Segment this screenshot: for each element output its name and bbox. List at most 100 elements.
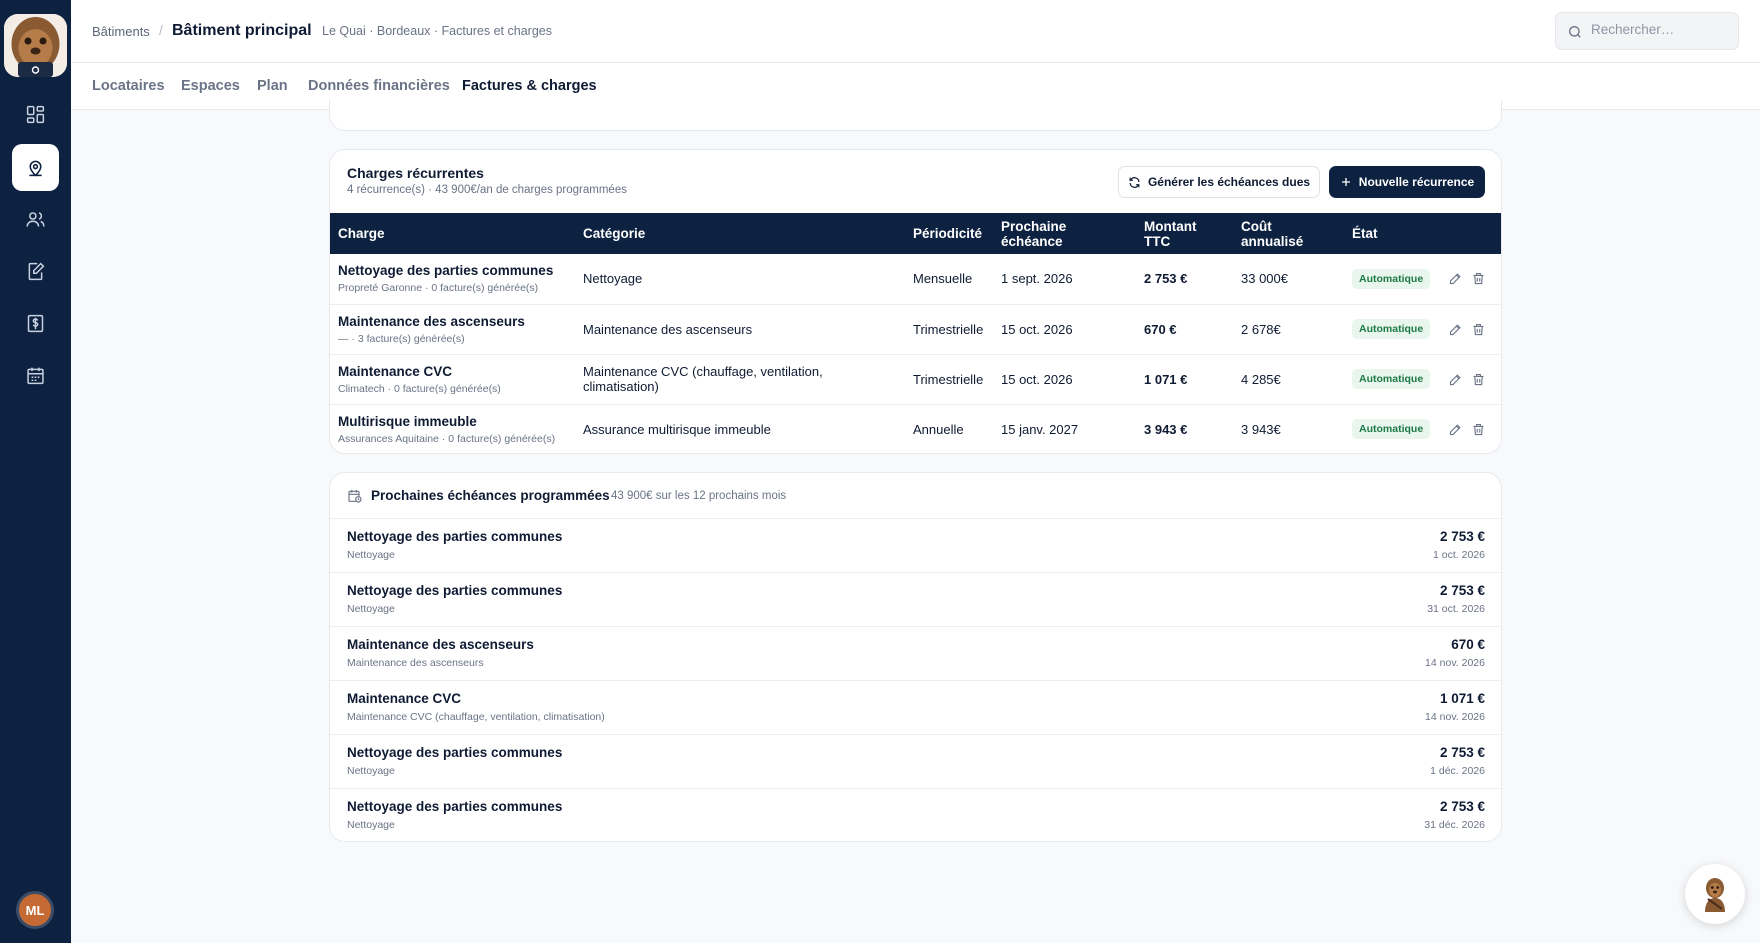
edit-icon[interactable] [1448, 422, 1463, 437]
column-header[interactable]: Prochaine échéance [993, 213, 1136, 254]
column-header[interactable]: État [1344, 213, 1440, 254]
column-header[interactable]: Charge [330, 213, 575, 254]
refresh-icon [1129, 176, 1140, 188]
generate-due-label: Générer les échéances dues [1147, 175, 1311, 189]
avatar[interactable]: ML [16, 891, 54, 929]
edit-icon[interactable] [1448, 271, 1463, 286]
charge-amount: 3 943 € [1144, 421, 1188, 437]
charge-next-due: 15 oct. 2026 [993, 354, 1136, 405]
recurring-charges-card: Charges récurrentes 4 récurrence(s) · 43… [329, 149, 1502, 454]
tab-locataires[interactable]: Locataires [92, 78, 165, 110]
new-recurrence-label: Nouvelle récurrence [1358, 175, 1475, 189]
calendar-icon [27, 367, 44, 385]
column-header[interactable]: Catégorie [575, 213, 905, 254]
column-header[interactable]: Périodicité [905, 213, 993, 254]
list-item[interactable]: Nettoyage des parties communes Nettoyage… [330, 519, 1501, 573]
upcoming-date: 1 déc. 2026 [1430, 765, 1485, 777]
chewbacca-assistant-icon [1705, 878, 1725, 912]
charge-amount: 1 071 € [1136, 354, 1233, 405]
list-item[interactable]: Maintenance des ascenseurs Maintenance d… [330, 627, 1501, 681]
charge-meta: — · 3 facture(s) générée(s) [338, 332, 465, 345]
sidebar-item-calendar[interactable] [12, 352, 59, 399]
charge-meta: Climatech · 0 facture(s) générée(s) [338, 382, 501, 395]
status-badge: Automatique [1352, 319, 1431, 339]
upcoming-amount: 670 € [1451, 637, 1485, 652]
sidebar-item-dashboard[interactable] [12, 91, 59, 138]
edit-icon[interactable] [1448, 322, 1463, 337]
charge-next-due: 15 janv. 2027 [1001, 421, 1079, 437]
upcoming-amount: 2 753 € [1439, 529, 1485, 544]
new-recurrence-button[interactable]: Nouvelle récurrence [1329, 166, 1485, 198]
assistant-button[interactable] [1685, 864, 1745, 924]
column-header[interactable]: Coût annualisé [1233, 213, 1344, 254]
status-badge: Automatique [1352, 369, 1431, 389]
sidebar-item-tenants[interactable] [12, 196, 59, 243]
charge-next-due: 15 oct. 2026 [993, 304, 1136, 355]
trash-icon[interactable] [1471, 422, 1486, 437]
sidebar-item-finance[interactable] [12, 300, 59, 347]
header: Bâtiments / Bâtiment principal Le Quai ·… [71, 0, 1760, 63]
search-input[interactable] [1591, 22, 1731, 37]
table-row[interactable]: Nettoyage des parties communes Propreté G… [330, 254, 1501, 305]
page-subtitle: Le Quai · Bordeaux · Factures et charges [322, 24, 552, 38]
page-title: Bâtiment principal [172, 22, 312, 39]
edit-icon[interactable] [1448, 372, 1463, 387]
charge-annual-cost: 4 285€ [1233, 354, 1344, 405]
upcoming-category: Maintenance CVC (chauffage, ventilation,… [347, 711, 605, 723]
table-header-row: Charge Catégorie Périodicité Prochaine é… [330, 213, 1501, 254]
upcoming-name: Nettoyage des parties communes [347, 745, 563, 760]
upcoming-category: Maintenance des ascenseurs [347, 657, 484, 669]
charge-period: Annuelle [913, 421, 964, 437]
table-row[interactable]: Maintenance CVC Climatech · 0 facture(s) … [330, 354, 1501, 405]
column-header-actions [1440, 213, 1501, 254]
list-item[interactable]: Maintenance CVC Maintenance CVC (chauffa… [330, 681, 1501, 735]
search-box[interactable] [1555, 12, 1739, 50]
trash-icon[interactable] [1471, 322, 1486, 337]
upcoming-amount: 2 753 € [1439, 745, 1485, 760]
charge-next-due: 1 sept. 2026 [993, 254, 1136, 305]
upcoming-amount: 1 071 € [1439, 691, 1485, 706]
upcoming-category: Nettoyage [347, 549, 395, 561]
upcoming-date: 31 oct. 2026 [1427, 603, 1485, 615]
upcoming-dues-header: Prochaines échéances programmées 43 900€… [330, 473, 1501, 519]
list-item[interactable]: Nettoyage des parties communes Nettoyage… [330, 789, 1501, 841]
upcoming-dues-card: Prochaines échéances programmées 43 900€… [329, 472, 1502, 842]
breadcrumb-root[interactable]: Bâtiments [92, 24, 150, 39]
column-header[interactable]: Montant TTC [1136, 213, 1233, 254]
charge-name: Maintenance des ascenseurs [338, 313, 525, 329]
upcoming-date: 1 oct. 2026 [1433, 549, 1485, 561]
upcoming-dues-title: Prochaines échéances programmées [371, 488, 610, 503]
upcoming-name: Nettoyage des parties communes [347, 799, 563, 814]
table-row[interactable]: Multirisque immeuble Assurances Aquitaine… [330, 404, 1501, 453]
charge-annual-cost: 2 678€ [1233, 304, 1344, 355]
list-item[interactable]: Nettoyage des parties communes Nettoyage… [330, 573, 1501, 627]
recurring-charges-title: Charges récurrentes [347, 165, 484, 181]
chewbacca-mascot-icon[interactable] [4, 14, 67, 77]
trash-icon[interactable] [1471, 372, 1486, 387]
charge-amount: 670 € [1136, 304, 1233, 355]
search-icon [1569, 26, 1581, 38]
charge-amount: 2 753 € [1136, 254, 1233, 305]
breadcrumb-separator: / [159, 22, 163, 38]
charge-meta: Propreté Garonne · 0 facture(s) générée(… [338, 282, 539, 295]
upcoming-category: Nettoyage [347, 765, 395, 777]
sidebar: ML [0, 0, 71, 943]
tab-espaces[interactable]: Espaces [181, 78, 240, 110]
map-pin-icon [29, 160, 42, 177]
sidebar-item-buildings[interactable] [12, 144, 59, 191]
charge-annual-cost: 3 943€ [1241, 421, 1281, 437]
trash-icon[interactable] [1471, 271, 1486, 286]
generate-due-button[interactable]: Générer les échéances dues [1118, 166, 1320, 198]
grid-icon [26, 105, 45, 124]
upcoming-name: Maintenance CVC [347, 691, 462, 706]
plus-icon [1341, 178, 1350, 186]
upcoming-category: Nettoyage [347, 603, 395, 615]
upcoming-amount: 2 753 € [1439, 799, 1485, 814]
upcoming-date: 31 déc. 2026 [1424, 819, 1485, 831]
tab-plan[interactable]: Plan [257, 78, 288, 110]
list-item[interactable]: Nettoyage des parties communes Nettoyage… [330, 735, 1501, 789]
charge-category: Maintenance CVC (chauffage, ventilation,… [575, 354, 905, 405]
sidebar-item-documents[interactable] [12, 248, 59, 295]
upcoming-dues-summary: 43 900€ sur les 12 prochains mois [611, 490, 787, 502]
table-row[interactable]: Maintenance des ascenseurs — · 3 facture(… [330, 304, 1501, 355]
